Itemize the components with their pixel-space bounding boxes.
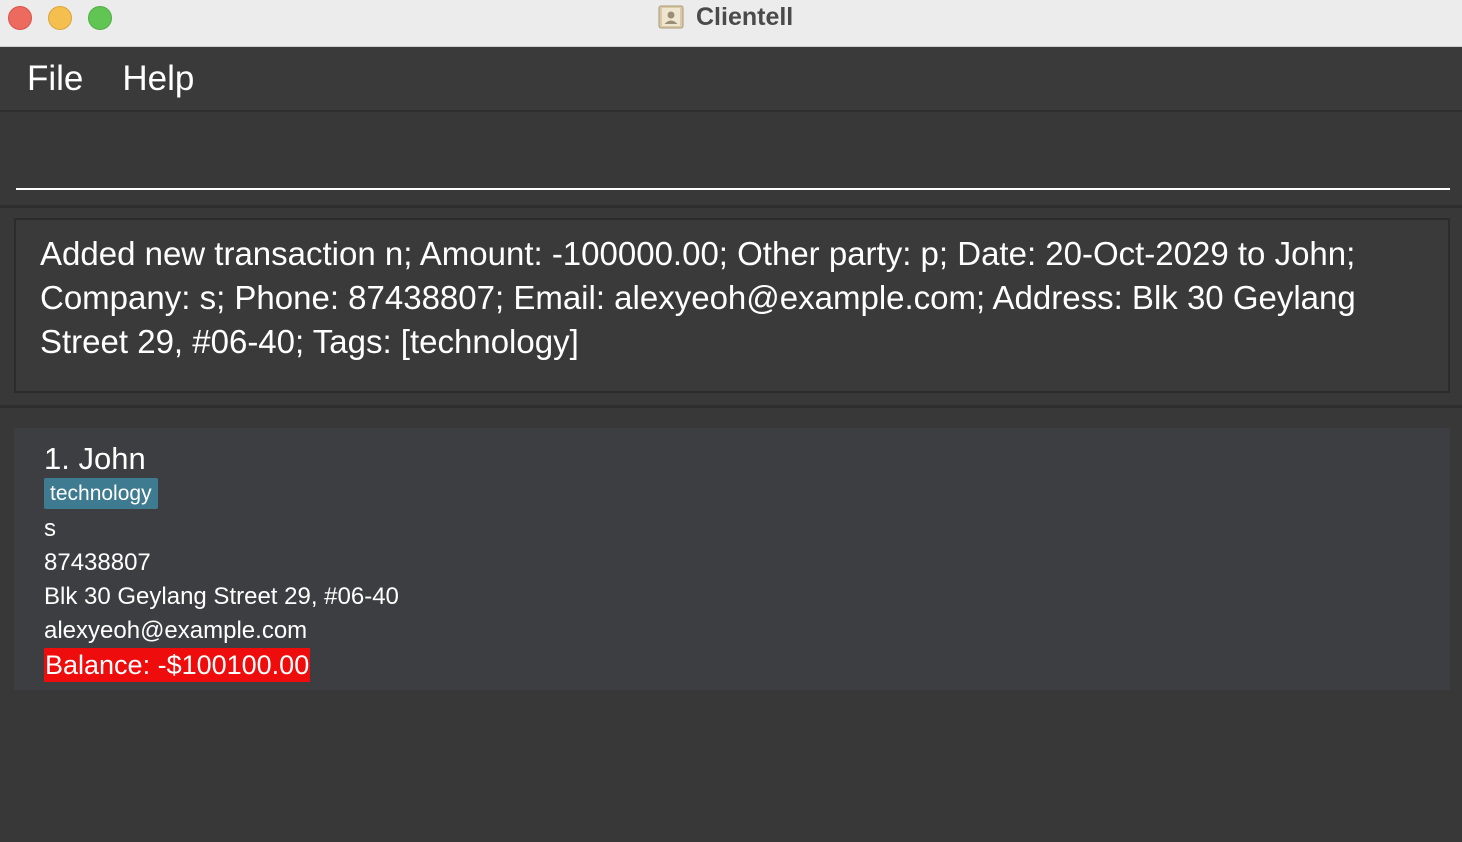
minimize-window-button[interactable] <box>48 6 72 30</box>
person-company: s <box>44 515 56 542</box>
contacts-app-icon <box>658 5 684 29</box>
close-window-button[interactable] <box>8 6 32 30</box>
person-card[interactable]: 1. John technology s 87438807 Blk 30 Gey… <box>14 428 1450 690</box>
command-input[interactable] <box>16 132 1450 190</box>
menu-help[interactable]: Help <box>102 47 213 110</box>
title-bar: Clientell <box>0 0 1462 47</box>
person-name: 1. John <box>44 441 146 476</box>
command-box-panel <box>0 112 1462 208</box>
menu-bar: File Help <box>0 47 1462 112</box>
person-list[interactable]: 1. John technology s 87438807 Blk 30 Gey… <box>0 408 1462 842</box>
tag-list: technology <box>44 478 1450 512</box>
person-balance: Balance: -$100100.00 <box>44 648 311 682</box>
person-phone: 87438807 <box>44 549 151 576</box>
result-display-panel: Added new transaction n; Amount: -100000… <box>0 208 1462 408</box>
result-display: Added new transaction n; Amount: -100000… <box>14 218 1450 393</box>
maximize-window-button[interactable] <box>88 6 112 30</box>
app-window: Clientell File Help Added new transactio… <box>0 0 1462 842</box>
person-address: Blk 30 Geylang Street 29, #06-40 <box>44 583 399 610</box>
balance-row: Balance: -$100100.00 <box>44 648 1450 682</box>
menu-file[interactable]: File <box>0 47 102 110</box>
window-title-group: Clientell <box>658 3 793 31</box>
person-email: alexyeoh@example.com <box>44 617 308 644</box>
window-title: Clientell <box>696 2 794 31</box>
tag-badge: technology <box>44 478 158 509</box>
